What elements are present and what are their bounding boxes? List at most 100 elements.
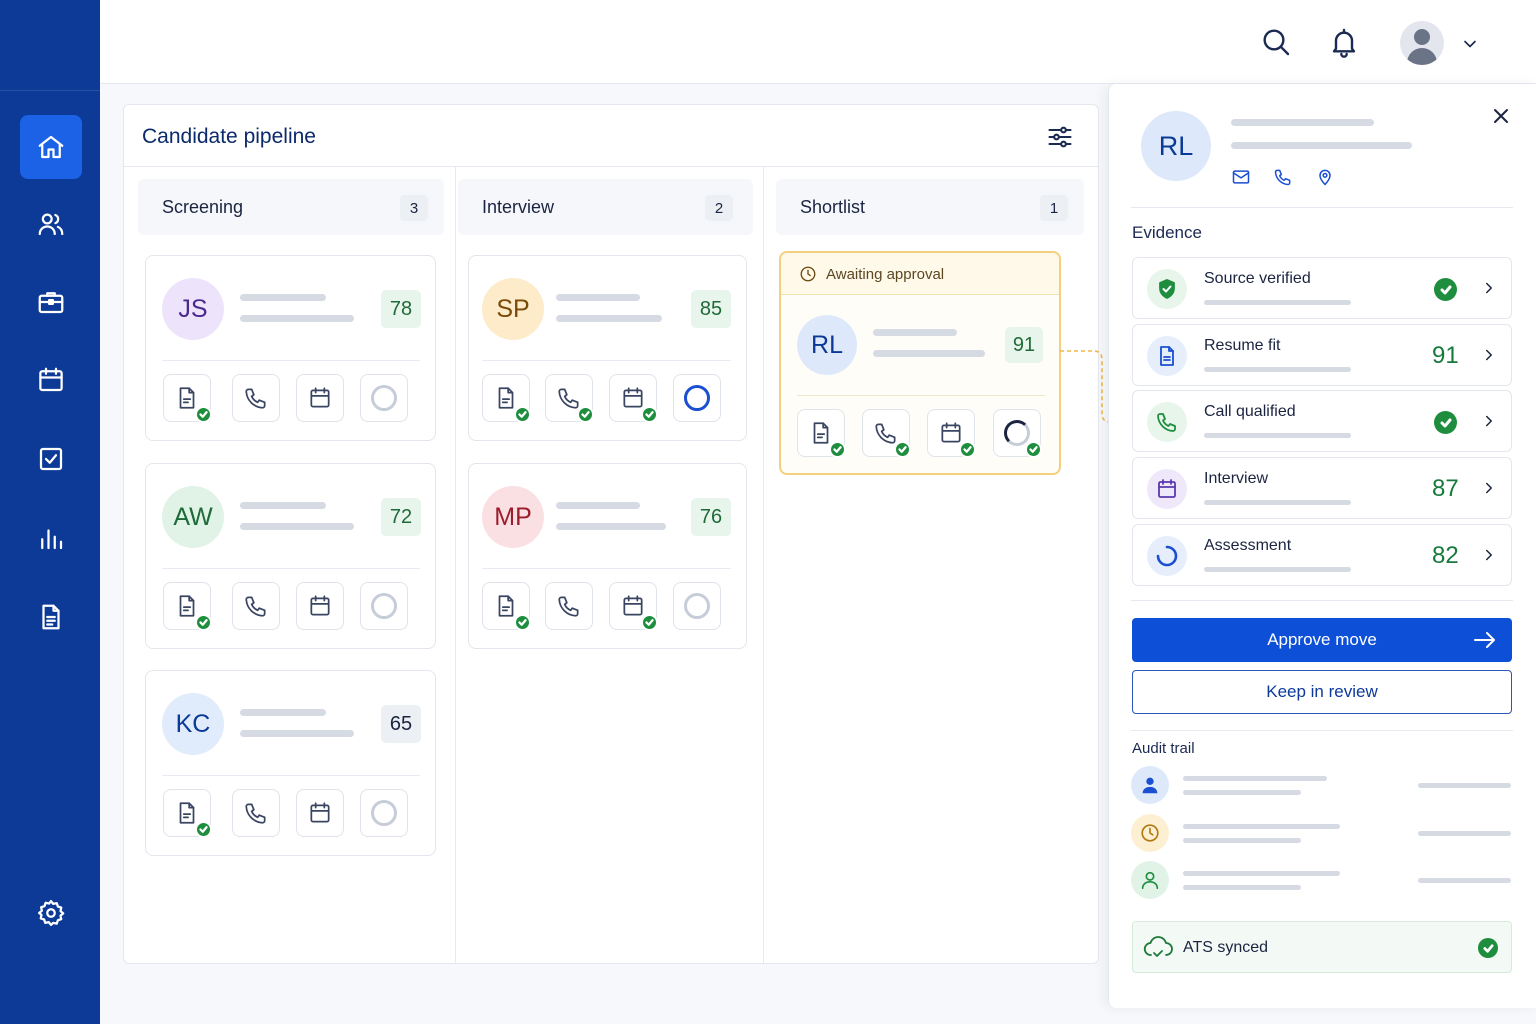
call-step-button[interactable] <box>545 582 593 630</box>
user-check-icon <box>1131 861 1169 899</box>
call-step-button[interactable] <box>545 374 594 423</box>
arrow-right-icon <box>1472 628 1498 652</box>
column-count-badge: 1 <box>1040 195 1068 221</box>
phone-icon <box>245 388 266 409</box>
avatar: MP <box>482 486 544 548</box>
calendar-icon <box>310 595 330 616</box>
interview-step-button[interactable] <box>927 409 976 458</box>
score-badge: 78 <box>381 290 421 328</box>
document-icon <box>813 422 829 444</box>
notifications-button[interactable] <box>1326 24 1362 60</box>
candidate-card-js[interactable]: JS 78 <box>145 255 436 441</box>
evidence-score: 91 <box>1432 342 1459 369</box>
evidence-item-call-qualified[interactable]: Call qualified <box>1132 390 1512 452</box>
calendar-icon <box>623 595 643 616</box>
evidence-item-source-verified[interactable]: Source verified <box>1132 257 1512 319</box>
bell-icon <box>1332 28 1356 58</box>
check-icon <box>514 614 531 631</box>
interview-step-button[interactable] <box>296 374 344 422</box>
assessment-step-button[interactable] <box>360 582 408 630</box>
column-header-interview: Interview 2 <box>458 179 753 235</box>
filter-button[interactable] <box>1046 123 1074 151</box>
interview-step-button[interactable] <box>609 374 658 423</box>
evidence-item-assessment[interactable]: Assessment 82 <box>1132 524 1512 586</box>
candidate-card-rl[interactable]: Awaiting approval RL 91 <box>779 251 1061 475</box>
clock-icon <box>1131 814 1169 852</box>
cloud-sync-icon <box>1143 934 1173 962</box>
evidence-heading: Evidence <box>1132 223 1202 242</box>
close-icon <box>1494 109 1508 123</box>
phone-icon <box>1147 402 1187 442</box>
account-menu-button[interactable] <box>1460 34 1480 54</box>
resume-step-button[interactable] <box>482 582 531 631</box>
column-label: Screening <box>162 197 244 217</box>
sidebar-item-jobs[interactable] <box>20 270 82 334</box>
sidebar-item-reports[interactable] <box>20 506 82 570</box>
avatar: JS <box>162 278 224 340</box>
resume-step-button[interactable] <box>482 374 531 423</box>
clock-icon <box>799 265 817 283</box>
calendar-icon <box>623 387 643 408</box>
progress-ring-icon <box>1147 536 1187 576</box>
evidence-label: Source verified <box>1204 270 1311 287</box>
resume-step-button[interactable] <box>163 789 212 838</box>
evidence-item-resume-fit[interactable]: Resume fit 91 <box>1132 324 1512 386</box>
assessment-step-button[interactable] <box>993 409 1042 458</box>
call-step-button[interactable] <box>862 409 911 458</box>
phone-button[interactable] <box>1273 167 1295 189</box>
sidebar-item-documents[interactable] <box>20 585 82 649</box>
awaiting-approval-banner: Awaiting approval <box>781 253 1059 295</box>
mail-icon <box>1232 170 1250 184</box>
evidence-label: Interview <box>1204 470 1269 487</box>
evidence-item-interview[interactable]: Interview 87 <box>1132 457 1512 519</box>
email-button[interactable] <box>1231 167 1253 189</box>
avatar: RL <box>797 315 857 375</box>
check-icon <box>577 406 594 423</box>
evidence-label: Resume fit <box>1204 337 1281 354</box>
keep-in-review-button[interactable]: Keep in review <box>1132 670 1512 714</box>
avatar: AW <box>162 486 224 548</box>
sidebar-item-home[interactable] <box>20 115 82 179</box>
sidebar-item-settings[interactable] <box>20 881 82 945</box>
chevron-down-icon <box>1464 40 1476 48</box>
settings-icon <box>38 900 65 926</box>
approve-move-button[interactable]: Approve move <box>1132 618 1512 662</box>
sidebar-item-candidates[interactable] <box>20 192 82 256</box>
resume-step-button[interactable] <box>163 374 212 423</box>
progress-ring-icon <box>371 385 397 411</box>
resume-step-button[interactable] <box>163 582 212 631</box>
interview-step-button[interactable] <box>296 582 344 630</box>
audit-entry <box>1131 861 1513 901</box>
search-button[interactable] <box>1258 24 1294 60</box>
sidebar-item-calendar[interactable] <box>20 348 82 412</box>
assessment-step-button[interactable] <box>360 789 408 837</box>
candidate-card-sp[interactable]: SP 85 <box>468 255 747 441</box>
candidate-card-kc[interactable]: KC 65 <box>145 670 436 856</box>
divider <box>124 166 1098 167</box>
column-divider <box>763 167 764 964</box>
check-icon <box>1025 441 1042 458</box>
call-step-button[interactable] <box>232 582 280 630</box>
assessment-step-button[interactable] <box>673 374 721 422</box>
candidate-card-aw[interactable]: AW 72 <box>145 463 436 649</box>
interview-step-button[interactable] <box>296 789 344 837</box>
call-step-button[interactable] <box>232 374 280 422</box>
resume-step-button[interactable] <box>797 409 846 458</box>
top-bar <box>100 0 1536 84</box>
assessment-step-button[interactable] <box>673 582 721 630</box>
user-icon <box>1131 766 1169 804</box>
location-button[interactable] <box>1315 167 1337 189</box>
evidence-score: 82 <box>1432 542 1459 569</box>
sidebar-item-tasks[interactable] <box>20 427 82 491</box>
call-step-button[interactable] <box>232 789 280 837</box>
candidate-card-mp[interactable]: MP 76 <box>468 463 747 649</box>
document-icon <box>1147 336 1187 376</box>
bar-chart-icon <box>41 529 63 550</box>
interview-step-button[interactable] <box>609 582 658 631</box>
check-circle-icon <box>1434 411 1457 434</box>
phone-icon <box>558 388 579 409</box>
close-panel-button[interactable] <box>1489 104 1513 128</box>
user-avatar[interactable] <box>1400 21 1444 65</box>
assessment-step-button[interactable] <box>360 374 408 422</box>
evidence-label: Call qualified <box>1204 403 1296 420</box>
